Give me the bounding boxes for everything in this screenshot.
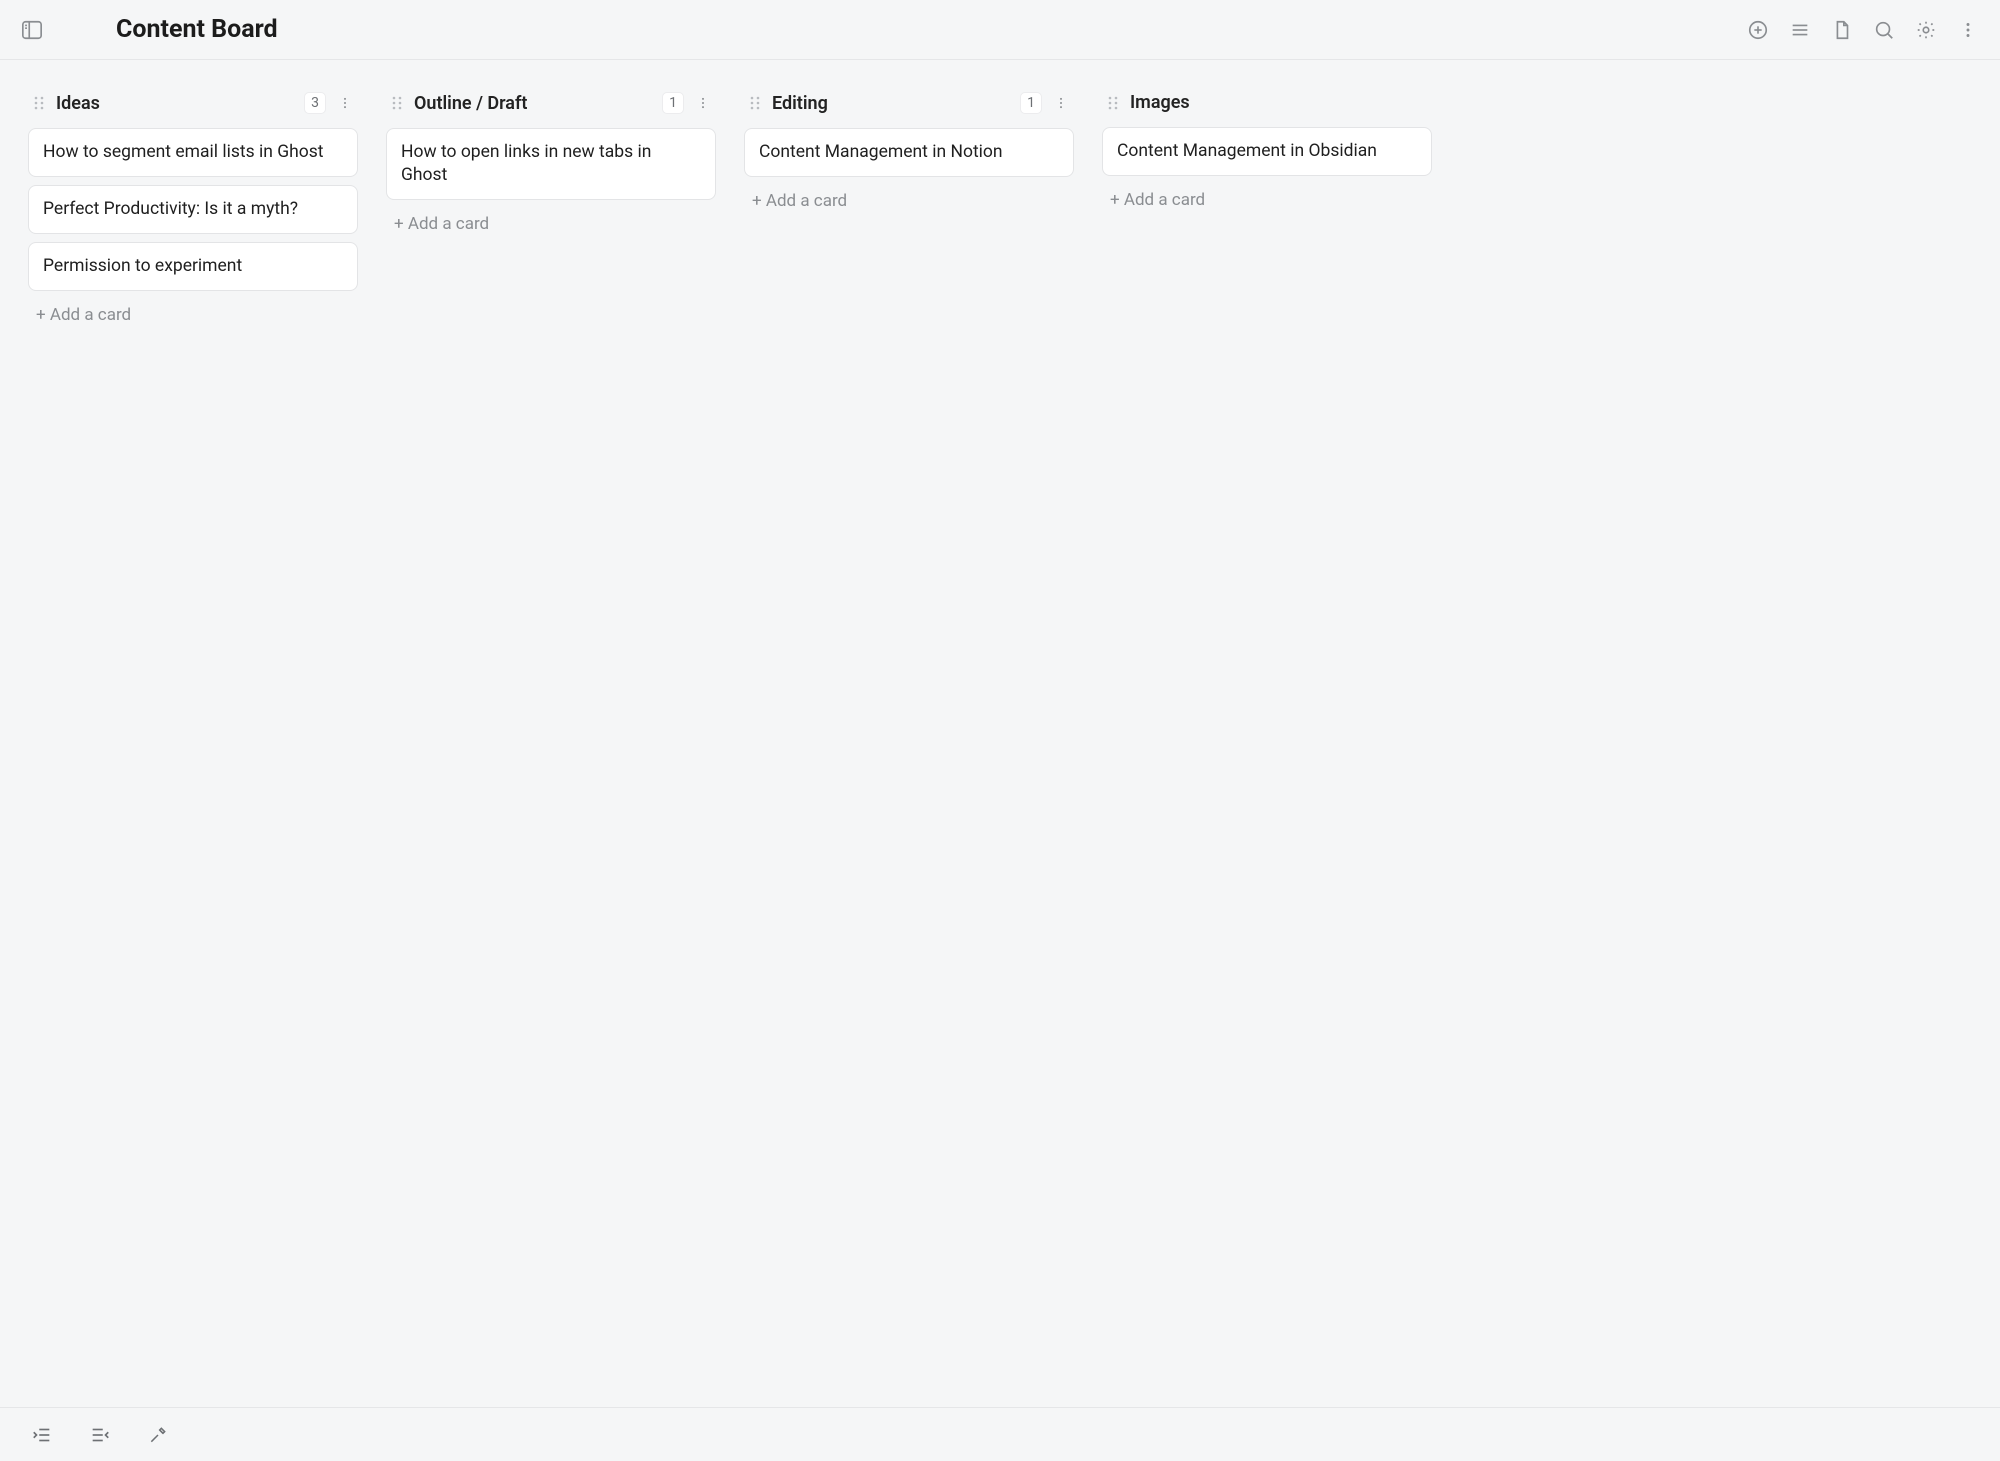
board: Ideas 3 How to segment email lists in Ghos…	[0, 60, 2000, 1407]
column-header: Ideas 3	[28, 92, 358, 128]
add-card-button[interactable]: + Add a card	[386, 200, 716, 234]
indent-icon	[31, 1424, 53, 1446]
board-card[interactable]: Content Management in Notion	[744, 128, 1074, 177]
column-header: Editing 1	[744, 92, 1074, 128]
card-list: How to open links in new tabs in Ghost	[386, 128, 716, 200]
board-scroll[interactable]: Ideas 3 How to segment email lists in Ghos…	[0, 60, 2000, 1407]
board-card[interactable]: Permission to experiment	[28, 242, 358, 291]
outdent-icon	[89, 1424, 111, 1446]
column-title[interactable]: Outline / Draft	[414, 93, 652, 114]
eyedropper-button[interactable]	[146, 1423, 170, 1447]
search-button[interactable]	[1872, 18, 1896, 42]
column-menu-button[interactable]	[694, 95, 712, 111]
eyedropper-icon	[148, 1425, 168, 1445]
column-header: Images	[1102, 92, 1432, 127]
card-list: How to segment email lists in Ghost Perfe…	[28, 128, 358, 291]
plus-circle-icon	[1747, 19, 1769, 41]
file-icon	[1831, 19, 1853, 41]
top-actions	[1746, 18, 1980, 42]
drag-handle-icon[interactable]	[748, 96, 762, 110]
document-button[interactable]	[1830, 18, 1854, 42]
board-card[interactable]: How to open links in new tabs in Ghost	[386, 128, 716, 200]
add-button[interactable]	[1746, 18, 1770, 42]
column-title[interactable]: Ideas	[56, 93, 294, 114]
gear-icon	[1915, 19, 1937, 41]
outdent-button[interactable]	[88, 1423, 112, 1447]
drag-handle-icon[interactable]	[32, 96, 46, 110]
top-bar: Content Board	[0, 0, 2000, 60]
board-column: Ideas 3 How to segment email lists in Ghos…	[28, 92, 358, 1407]
board-card[interactable]: Content Management in Obsidian	[1102, 127, 1432, 176]
board-column: Editing 1 Content Management in Notion+ Ad…	[744, 92, 1074, 1407]
column-count-badge: 1	[662, 92, 684, 114]
sidebar-toggle-button[interactable]	[18, 18, 46, 42]
column-title[interactable]: Editing	[772, 93, 1010, 114]
add-card-button[interactable]: + Add a card	[1102, 176, 1432, 210]
column-title[interactable]: Images	[1130, 92, 1428, 113]
add-card-button[interactable]: + Add a card	[744, 177, 1074, 211]
indent-button[interactable]	[30, 1423, 54, 1447]
add-card-button[interactable]: + Add a card	[28, 291, 358, 325]
more-vertical-icon	[1957, 19, 1979, 41]
more-button[interactable]	[1956, 18, 1980, 42]
drag-handle-icon[interactable]	[1106, 96, 1120, 110]
page-title: Content Board	[116, 15, 278, 44]
board-column: Outline / Draft 1 How to open links in new…	[386, 92, 716, 1407]
board-card[interactable]: Perfect Productivity: Is it a myth?	[28, 185, 358, 234]
column-menu-button[interactable]	[1052, 95, 1070, 111]
card-list: Content Management in Obsidian	[1102, 127, 1432, 176]
settings-button[interactable]	[1914, 18, 1938, 42]
layout-button[interactable]	[1788, 18, 1812, 42]
column-count-badge: 1	[1020, 92, 1042, 114]
board-column: Images Content Management in Obsidian+ Ad…	[1102, 92, 1432, 1407]
drag-handle-icon[interactable]	[390, 96, 404, 110]
column-count-badge: 3	[304, 92, 326, 114]
bottom-bar	[0, 1407, 2000, 1461]
search-icon	[1873, 19, 1895, 41]
rows-icon	[1789, 19, 1811, 41]
column-menu-button[interactable]	[336, 95, 354, 111]
board-card[interactable]: How to segment email lists in Ghost	[28, 128, 358, 177]
column-header: Outline / Draft 1	[386, 92, 716, 128]
card-list: Content Management in Notion	[744, 128, 1074, 177]
